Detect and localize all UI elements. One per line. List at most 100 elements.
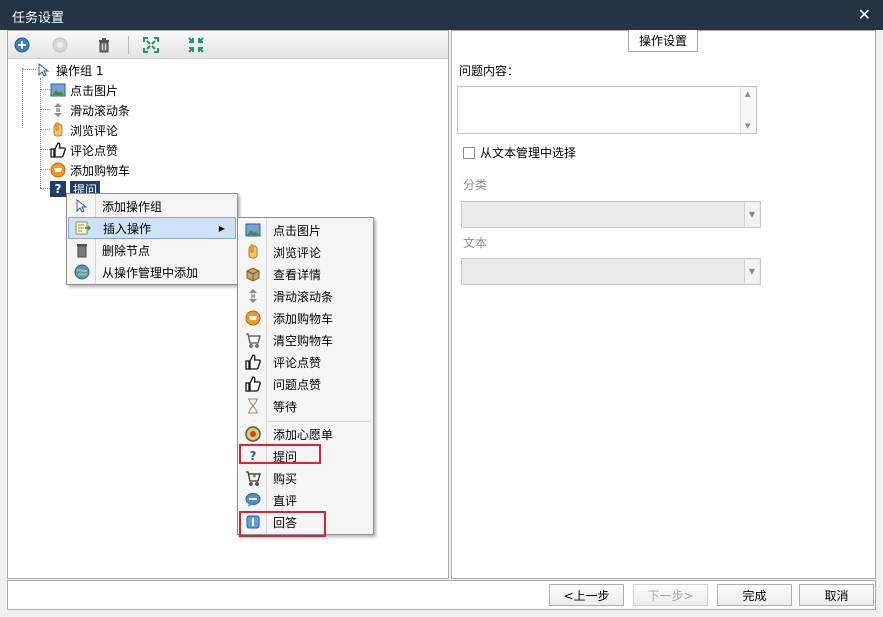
window-title: 任务设置 xyxy=(12,11,65,26)
tree-node[interactable]: 添加购物车 xyxy=(50,161,130,179)
operation-tree: 操作组 1 点击图片 滑动滚动条 浏览评论 评论点赞 添加购物车 ? 提问 xyxy=(8,59,448,578)
collapse-all-icon[interactable] xyxy=(186,35,206,55)
submenu-item-like-comment[interactable]: 评论点赞 xyxy=(239,351,372,373)
scroll-icon xyxy=(239,285,267,307)
trash-icon[interactable] xyxy=(94,35,114,55)
menu-item-label: 查看详情 xyxy=(273,267,322,282)
text-manager-checkbox[interactable] xyxy=(463,146,475,159)
tree-connector xyxy=(22,69,36,70)
submenu-item-like-question[interactable]: 问题点赞 xyxy=(239,373,372,395)
tree-node[interactable]: 评论点赞 xyxy=(50,141,118,159)
insert-submenu: 点击图片 浏览评论 查看详情 滑动滚动条 添加购物车 清空购物车 评论点赞 问题… xyxy=(237,217,374,535)
tree-connector xyxy=(40,188,50,189)
menu-item-label: 直评 xyxy=(273,493,298,508)
cart-icon xyxy=(239,329,267,351)
hand-icon xyxy=(239,241,267,263)
text-label: 文本 xyxy=(463,236,488,250)
textarea-scrollbar[interactable]: ▲ ▼ xyxy=(740,87,756,133)
add-circle-icon[interactable] xyxy=(12,35,32,55)
title-bar: 任务设置 ✕ xyxy=(0,0,883,30)
close-icon[interactable]: ✕ xyxy=(858,5,871,24)
category-select[interactable]: ▼ xyxy=(461,201,761,228)
scroll-down-icon[interactable]: ▼ xyxy=(745,122,750,130)
tree-node[interactable]: 滑动滚动条 xyxy=(50,101,130,119)
menu-item-add-group[interactable]: 添加操作组 xyxy=(68,195,236,217)
category-label: 分类 xyxy=(463,178,488,192)
chevron-down-icon[interactable]: ▼ xyxy=(744,203,759,226)
menu-item-label: 等待 xyxy=(273,399,298,414)
disabled-circle-icon[interactable] xyxy=(50,35,70,55)
chevron-down-icon[interactable]: ▼ xyxy=(744,260,759,283)
submenu-item-click-image[interactable]: 点击图片 xyxy=(239,219,372,241)
tree-node-label: 浏览评论 xyxy=(70,123,119,138)
globe-icon xyxy=(68,261,96,283)
submenu-item-ask-question[interactable]: ? 提问 xyxy=(239,445,372,467)
submenu-item-answer[interactable]: 回答 xyxy=(239,511,372,533)
chat-bubble-icon xyxy=(239,489,267,511)
checkbox-label: 从文本管理中选择 xyxy=(480,146,577,160)
tree-node-label: 滑动滚动条 xyxy=(70,103,131,118)
submenu-item-scroll[interactable]: 滑动滚动条 xyxy=(239,285,372,307)
submenu-item-add-wishlist[interactable]: 添加心愿单 xyxy=(239,423,372,445)
submenu-item-wait[interactable]: 等待 xyxy=(239,395,372,417)
tree-pane: 操作组 1 点击图片 滑动滚动条 浏览评论 评论点赞 添加购物车 ? 提问 xyxy=(7,30,449,579)
question-textarea[interactable]: ▲ ▼ xyxy=(457,86,757,134)
tree-connector xyxy=(40,169,50,170)
text-select[interactable]: ▼ xyxy=(461,258,761,285)
menu-item-label: 评论点赞 xyxy=(273,355,322,370)
next-button[interactable]: 下一步> xyxy=(633,584,708,606)
question-icon: ? xyxy=(50,181,66,197)
submenu-item-buy[interactable]: 购买 xyxy=(239,467,372,489)
expand-all-icon[interactable] xyxy=(141,35,161,55)
menu-item-label: 删除节点 xyxy=(102,243,151,258)
tree-node[interactable]: 点击图片 xyxy=(50,81,118,99)
menu-item-label: 清空购物车 xyxy=(273,333,334,348)
tree-node-label: 点击图片 xyxy=(70,83,119,98)
hand-icon xyxy=(50,122,66,138)
prev-button[interactable]: <上一步 xyxy=(549,584,624,606)
tree-node-label: 操作组 1 xyxy=(56,63,104,78)
submenu-item-view-details[interactable]: 查看详情 xyxy=(239,263,372,285)
box-icon xyxy=(239,263,267,285)
menu-item-add-from-manager[interactable]: 从操作管理中添加 xyxy=(68,261,236,283)
menu-item-label: 添加操作组 xyxy=(102,199,163,214)
tree-connector xyxy=(40,78,41,188)
menu-item-label: 从操作管理中添加 xyxy=(102,265,199,280)
menu-separator xyxy=(268,421,371,422)
submenu-item-browse-comments[interactable]: 浏览评论 xyxy=(239,241,372,263)
submenu-arrow-icon: ▶ xyxy=(218,223,225,233)
thumbs-up-icon xyxy=(239,351,267,373)
menu-item-insert-operation[interactable]: 插入操作 ▶ xyxy=(68,217,236,239)
cursor-icon xyxy=(36,62,52,78)
menu-item-label: 购买 xyxy=(273,471,298,486)
tree-node-group[interactable]: 操作组 1 xyxy=(36,61,103,79)
toolbar-separator xyxy=(128,36,129,54)
tree-node-label: 添加购物车 xyxy=(70,163,131,178)
question-icon: ? xyxy=(249,449,257,463)
bottom-bar: <上一步 下一步> 完成 取消 xyxy=(7,580,876,610)
submenu-item-direct-review[interactable]: 直评 xyxy=(239,489,372,511)
menu-item-label: 浏览评论 xyxy=(273,245,322,260)
picture-icon xyxy=(239,219,267,241)
scroll-up-icon[interactable]: ▲ xyxy=(745,90,750,98)
tab-operation-settings[interactable]: 操作设置 xyxy=(628,30,698,52)
tree-connector xyxy=(40,129,50,130)
scroll-icon xyxy=(50,102,66,118)
menu-item-label: 添加购物车 xyxy=(273,311,334,326)
menu-item-delete-node[interactable]: 删除节点 xyxy=(68,239,236,261)
tree-node[interactable]: 浏览评论 xyxy=(50,121,118,139)
submenu-item-clear-cart[interactable]: 清空购物车 xyxy=(239,329,372,351)
question-label: 问题内容： xyxy=(459,64,520,78)
cancel-button[interactable]: 取消 xyxy=(799,584,874,606)
submenu-item-add-to-cart[interactable]: 添加购物车 xyxy=(239,307,372,329)
tree-connector xyxy=(40,149,50,150)
menu-item-label: 滑动滚动条 xyxy=(273,289,334,304)
finish-button[interactable]: 完成 xyxy=(717,584,792,606)
trash-icon xyxy=(68,239,96,261)
tree-connector xyxy=(40,89,50,90)
menu-item-label: 添加心愿单 xyxy=(273,427,334,442)
context-menu: 添加操作组 插入操作 ▶ 删除节点 从操作管理中添加 xyxy=(66,193,238,285)
text-manager-checkbox-row[interactable]: 从文本管理中选择 xyxy=(463,144,576,161)
insert-icon xyxy=(69,217,97,239)
tree-node-label: 评论点赞 xyxy=(70,143,119,158)
